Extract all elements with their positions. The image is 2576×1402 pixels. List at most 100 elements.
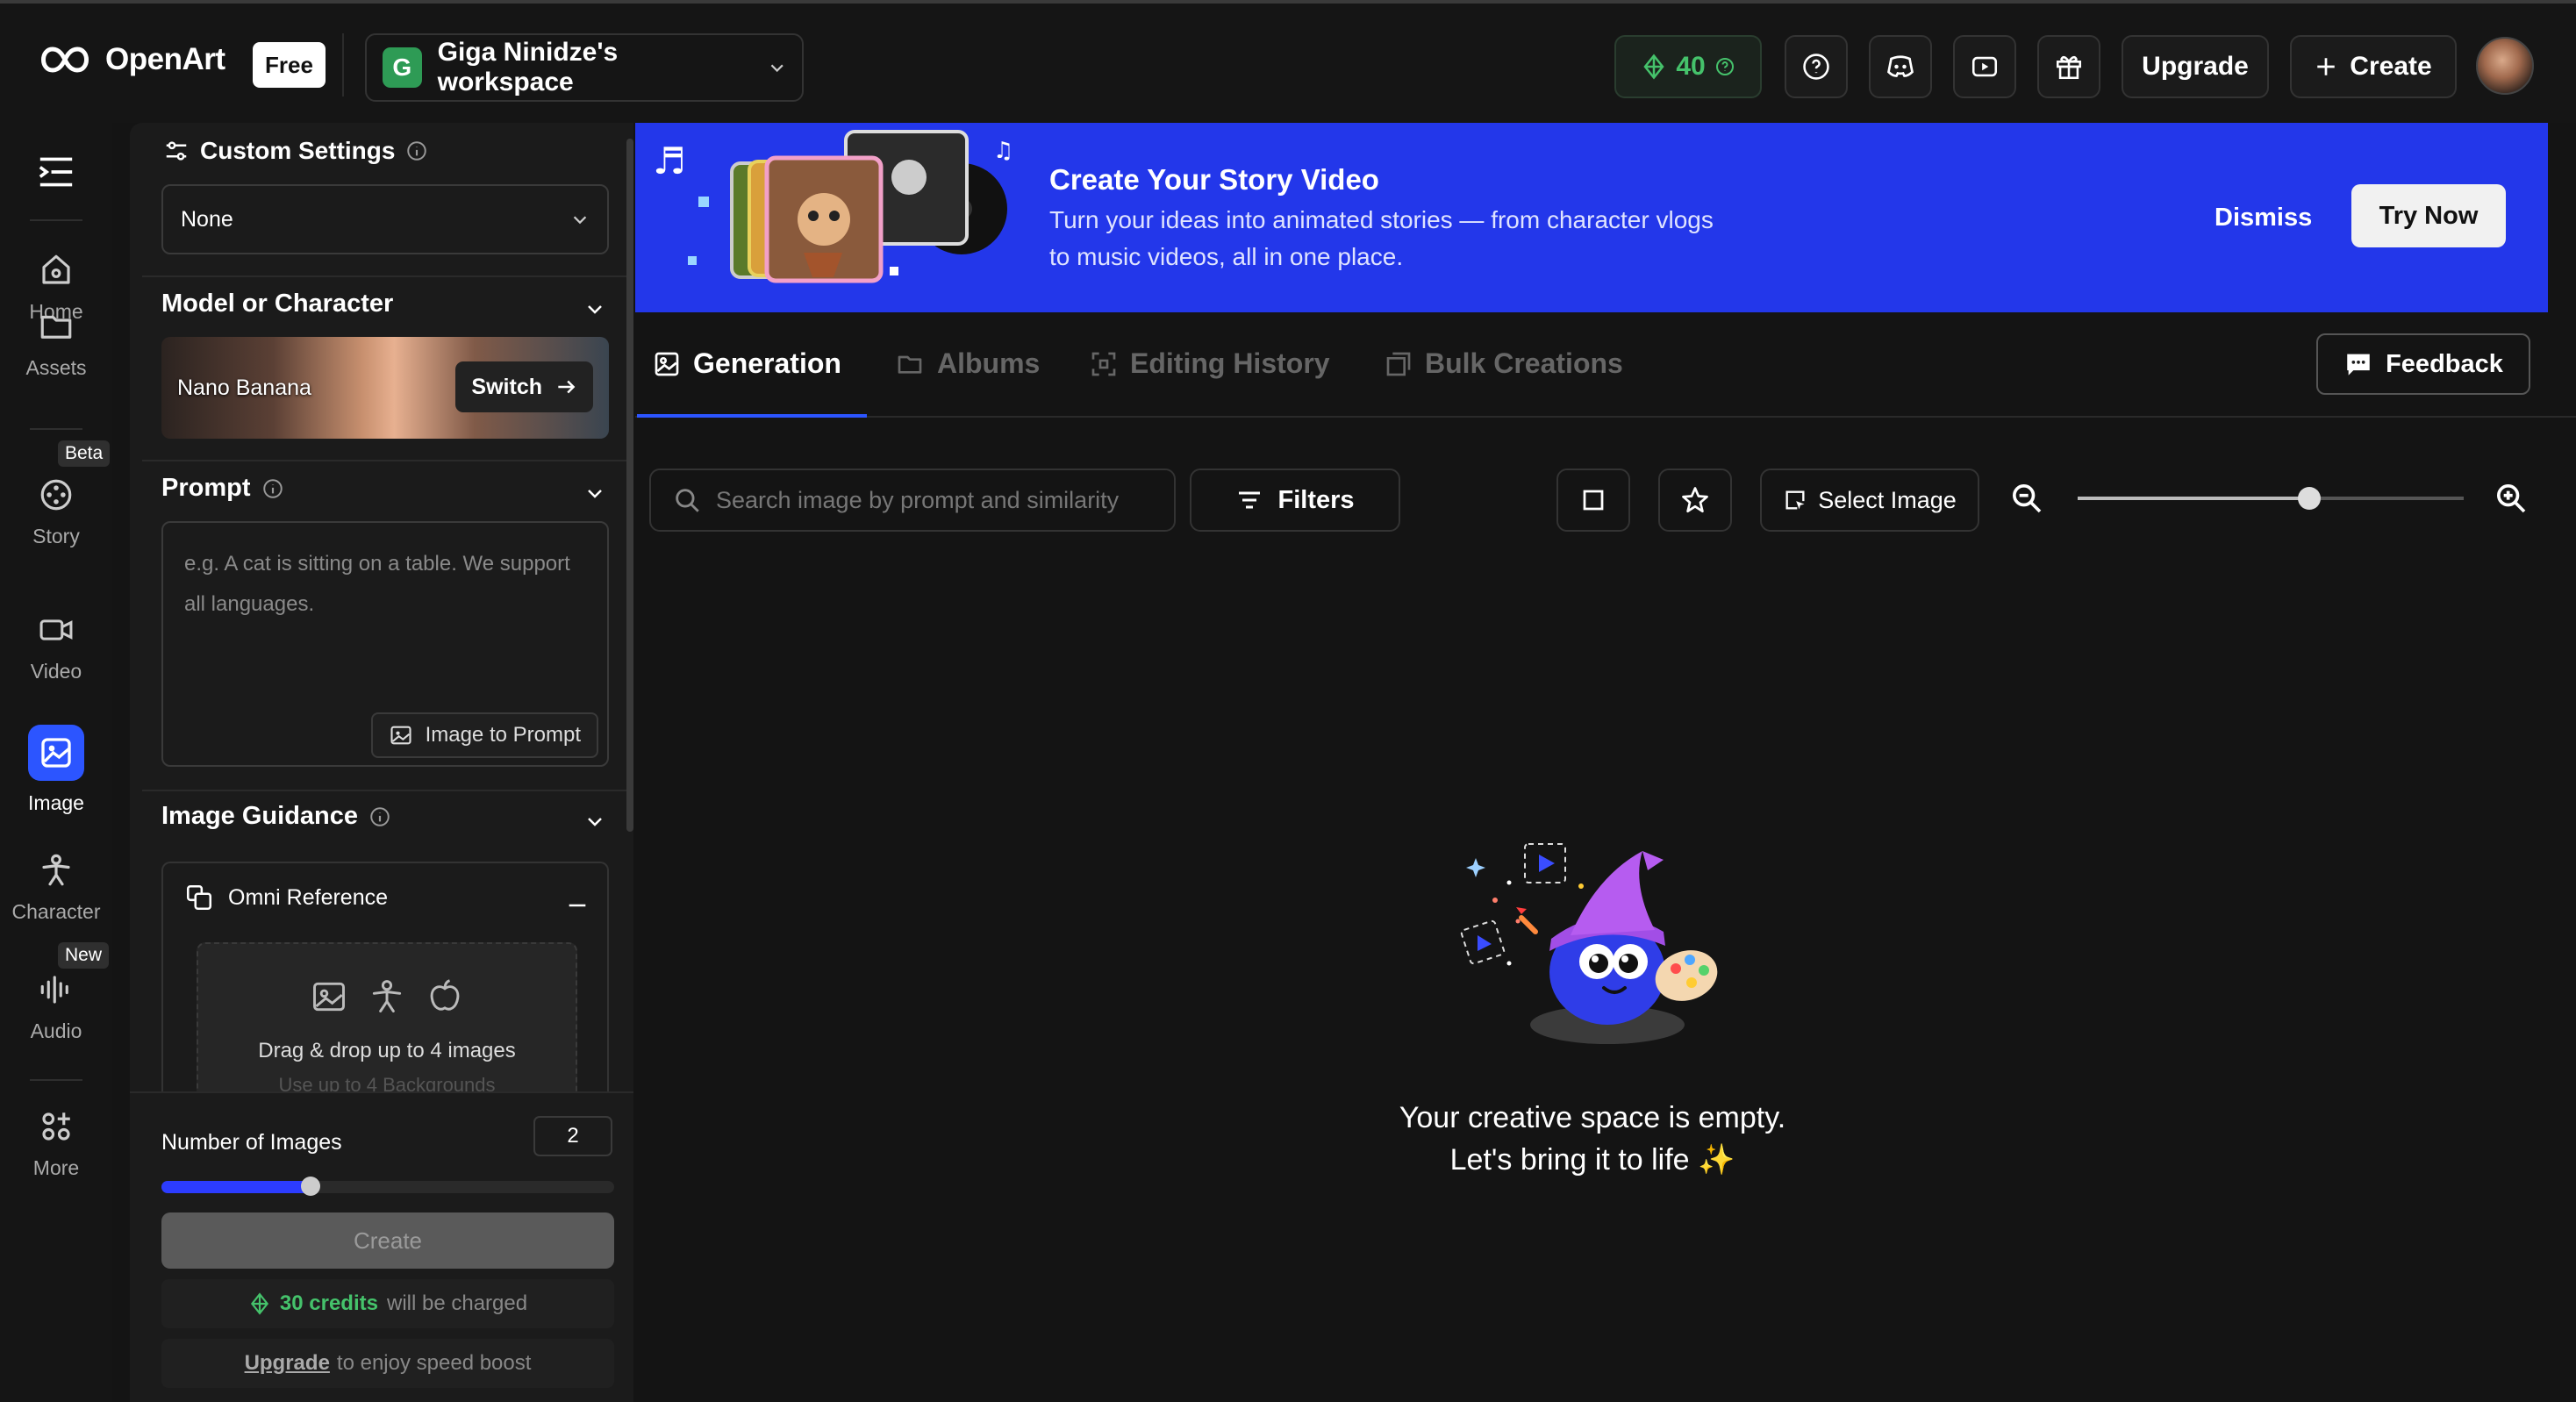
info-icon[interactable]: [261, 477, 284, 500]
beta-badge: Beta: [58, 440, 111, 467]
youtube-button[interactable]: [1953, 35, 2016, 98]
discord-icon: [1887, 55, 1914, 77]
chevron-down-icon[interactable]: [584, 811, 605, 832]
chevron-down-icon[interactable]: [584, 298, 605, 319]
slider-handle[interactable]: [301, 1177, 321, 1196]
sidebar: Home Assets Story Beta Video Image Chara…: [0, 123, 112, 1402]
sidebar-item-label: Story: [32, 525, 80, 547]
feedback-button[interactable]: Feedback: [2316, 333, 2530, 395]
tab-editing-history[interactable]: Editing History: [1090, 347, 1330, 380]
divider: [30, 219, 82, 221]
image-guidance-header[interactable]: Image Guidance: [161, 802, 391, 831]
filters-label: Filters: [1277, 485, 1355, 514]
number-of-images-input[interactable]: 2: [533, 1116, 612, 1156]
select-all-checkbox[interactable]: [1556, 469, 1630, 532]
home-icon: [37, 251, 75, 290]
upgrade-note-text: to enjoy speed boost: [336, 1351, 532, 1375]
gift-icon: [2056, 55, 2082, 80]
model-section-header[interactable]: Model or Character: [161, 290, 393, 318]
sidebar-item-label: Assets: [25, 356, 87, 379]
info-icon[interactable]: [369, 805, 391, 828]
create-generate-button[interactable]: Create: [161, 1212, 614, 1269]
sidebar-item-image[interactable]: Image: [0, 725, 112, 815]
divider: [30, 1079, 82, 1081]
empty-state-message: Your creative space is empty. Let's brin…: [1272, 1097, 1913, 1181]
custom-settings-select[interactable]: None: [161, 184, 609, 254]
image-guidance-title: Image Guidance: [161, 802, 359, 830]
chevron-down-icon: [573, 216, 587, 225]
tab-bulk-creations[interactable]: Bulk Creations: [1385, 347, 1623, 380]
info-icon[interactable]: [405, 139, 428, 162]
user-avatar[interactable]: [2476, 37, 2534, 95]
tab-generation[interactable]: Generation: [653, 347, 841, 380]
model-name: Nano Banana: [177, 376, 311, 400]
workspace-name: Giga Ninidze's workspace: [437, 38, 619, 97]
divider: [142, 275, 633, 277]
select-value: None: [181, 206, 233, 232]
divider: [30, 428, 82, 430]
sidebar-item-more[interactable]: More: [0, 1107, 112, 1180]
workspace-selector[interactable]: G Giga Ninidze's workspace: [365, 33, 804, 102]
search-icon: [676, 489, 699, 512]
brand-logo[interactable]: OpenArt: [37, 42, 225, 77]
credits-charge-note: 30 credits will be charged: [161, 1279, 614, 1328]
collapse-minus-icon[interactable]: [565, 893, 590, 918]
sidebar-item-label: Image: [28, 791, 84, 814]
sidebar-item-video[interactable]: Video: [0, 611, 112, 683]
tab-albums[interactable]: Albums: [895, 347, 1040, 380]
panel-scrollbar[interactable]: [626, 139, 633, 832]
switch-model-button[interactable]: Switch: [455, 361, 593, 412]
sidebar-item-character[interactable]: Character: [0, 851, 112, 924]
divider: [142, 460, 633, 461]
divider: [342, 33, 344, 97]
character-icon: [372, 980, 402, 1012]
zoom-out-icon[interactable]: [2009, 481, 2044, 516]
try-now-button[interactable]: Try Now: [2351, 184, 2506, 247]
discord-button[interactable]: [1869, 35, 1932, 98]
feedback-label: Feedback: [2386, 349, 2503, 378]
chevron-down-icon[interactable]: [584, 483, 605, 504]
create-button[interactable]: Create: [2290, 35, 2457, 98]
image-icon: [313, 982, 345, 1012]
sidebar-item-audio[interactable]: Audio New: [0, 942, 112, 1043]
prompt-textarea[interactable]: e.g. A cat is sitting on a table. We sup…: [161, 521, 609, 767]
active-tab-indicator: [637, 414, 867, 418]
model-section-title: Model or Character: [161, 290, 394, 318]
openart-logo-icon: [41, 46, 89, 73]
sidebar-item-story[interactable]: Story Beta: [0, 440, 112, 548]
tab-label: Bulk Creations: [1425, 347, 1623, 379]
dropzone-text: Drag & drop up to 4 images: [258, 1039, 516, 1062]
chevron-down-icon: [770, 64, 784, 73]
new-badge: New: [58, 942, 110, 969]
upgrade-link[interactable]: Upgrade: [245, 1351, 330, 1376]
image-to-prompt-button[interactable]: Image to Prompt: [370, 712, 598, 758]
story-video-banner: ♬ ♫ Create Your Story Video Turn your id…: [635, 123, 2548, 312]
sidebar-toggle[interactable]: [37, 154, 75, 190]
credits-badge[interactable]: 40: [1614, 35, 1762, 98]
credits-charge-text: will be charged: [386, 1291, 528, 1315]
zoom-slider-handle[interactable]: [2298, 487, 2321, 510]
workspace-avatar: G: [383, 47, 422, 88]
sidebar-item-assets[interactable]: Assets: [0, 307, 112, 380]
prompt-section-header[interactable]: Prompt: [161, 474, 284, 503]
copy-stack-icon: [1386, 352, 1411, 376]
number-of-images-slider[interactable]: [161, 1177, 614, 1196]
zoom-slider[interactable]: [2078, 487, 2464, 510]
select-image-button[interactable]: Select Image: [1760, 469, 1979, 532]
image-search-input[interactable]: Search image by prompt and similarity: [649, 469, 1176, 532]
wizard-mascot-illustration: [1460, 843, 1718, 1044]
content-tabs: Generation Albums Editing History Bulk C…: [635, 312, 2576, 418]
search-placeholder: Search image by prompt and similarity: [716, 486, 1120, 513]
top-bar: OpenArt Free G Giga Ninidze's workspace …: [0, 0, 2576, 123]
help-circle-icon: [1715, 58, 1734, 75]
upgrade-button[interactable]: Upgrade: [2122, 35, 2269, 98]
model-card[interactable]: Nano Banana Switch: [161, 337, 609, 439]
favorites-button[interactable]: [1658, 469, 1732, 532]
gift-button[interactable]: [2037, 35, 2100, 98]
zoom-slider-fill: [2078, 497, 2309, 500]
filters-button[interactable]: Filters: [1190, 469, 1400, 532]
image-icon: [28, 725, 84, 781]
help-button[interactable]: [1785, 35, 1848, 98]
zoom-in-icon[interactable]: [2494, 481, 2529, 516]
dismiss-button[interactable]: Dismiss: [2215, 204, 2312, 232]
